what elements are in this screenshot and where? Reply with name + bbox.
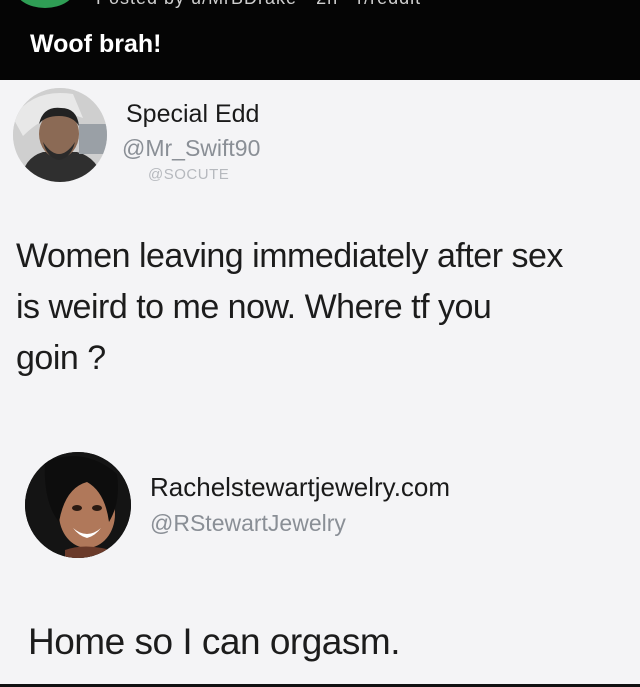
post-title[interactable]: Woof brah!: [30, 30, 161, 59]
tweet-text-line: goin ?: [16, 339, 106, 377]
tweet-text-line: Home so I can orgasm.: [28, 621, 400, 662]
post-meta-strip: Posted by u/MrBDrake · 2h · r/reddit: [0, 0, 640, 10]
post-header: Posted by u/MrBDrake · 2h · r/reddit Woo…: [0, 0, 640, 82]
author-handle[interactable]: @Mr_Swift90: [122, 135, 260, 162]
posted-by-line[interactable]: Posted by u/MrBDrake · 2h · r/reddit: [96, 0, 421, 9]
watermark-text: @SOCUTE: [148, 166, 230, 183]
subreddit-avatar[interactable]: [14, 0, 76, 8]
author-name[interactable]: Rachelstewartjewelry.com: [150, 472, 450, 503]
tweet-text-line: is weird to me now. Where tf you: [16, 288, 492, 326]
post-image[interactable]: Special Edd @Mr_Swift90 @SOCUTE Women le…: [0, 80, 640, 685]
tweet-text-line: Women leaving immediately after sex: [16, 237, 563, 275]
tweet-reply: Rachelstewartjewelry.com @RStewartJewelr…: [0, 440, 640, 685]
avatar-photo-icon: [13, 88, 107, 182]
tweet-text: Women leaving immediately after sex is w…: [16, 231, 640, 384]
avatar: [13, 88, 107, 182]
author-name[interactable]: Special Edd: [126, 100, 259, 129]
avatar: [25, 452, 131, 558]
tweet-original: Special Edd @Mr_Swift90 @SOCUTE Women le…: [0, 80, 640, 440]
tweet-text: Home so I can orgasm.: [28, 616, 640, 667]
author-handle[interactable]: @RStewartJewelry: [150, 510, 346, 537]
avatar-photo-icon: [25, 452, 131, 558]
